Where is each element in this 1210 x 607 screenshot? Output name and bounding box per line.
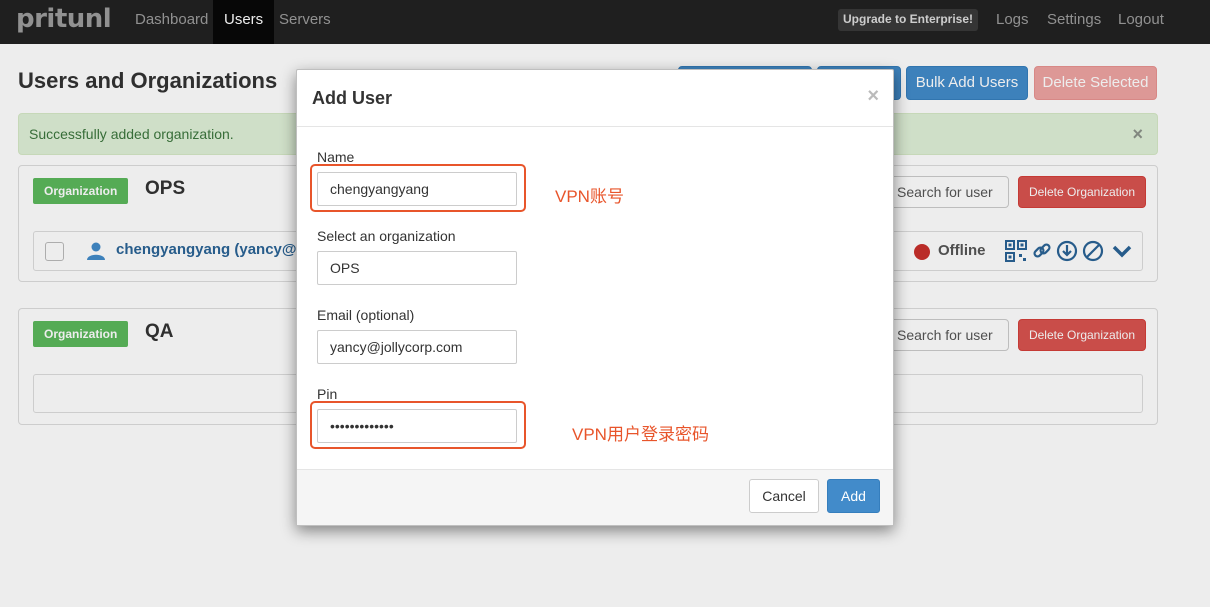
organization-select[interactable]: OPS — [317, 251, 517, 285]
name-highlight-box — [310, 164, 526, 212]
pin-annotation: VPN用户登录密码 — [572, 425, 709, 444]
email-input[interactable]: yancy@jollycorp.com — [317, 330, 517, 364]
add-user-modal: Add User × Name chengyangyang Select an … — [296, 69, 894, 526]
pin-label: Pin — [317, 386, 338, 402]
name-label: Name — [317, 149, 355, 165]
add-button[interactable]: Add — [827, 479, 880, 513]
modal-header: Add User × — [297, 70, 893, 127]
organization-select-label: Select an organization — [317, 228, 456, 244]
modal-title: Add User — [312, 88, 393, 108]
name-annotation: VPN账号 — [555, 187, 624, 206]
pin-highlight-box — [310, 401, 526, 449]
cancel-button[interactable]: Cancel — [749, 479, 819, 513]
email-label: Email (optional) — [317, 307, 415, 323]
modal-footer: Cancel Add — [297, 469, 893, 525]
close-icon[interactable]: × — [867, 85, 879, 108]
